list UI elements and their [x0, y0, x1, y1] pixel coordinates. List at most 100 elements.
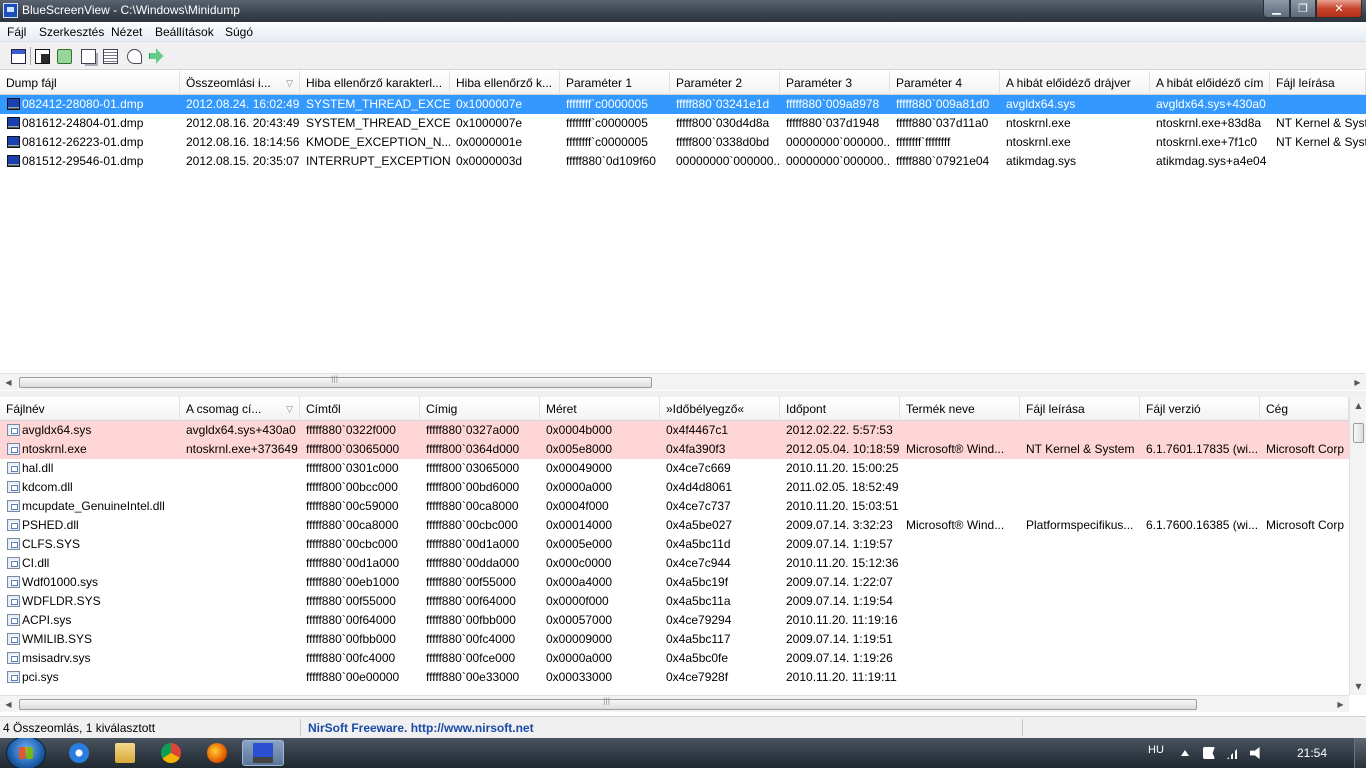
driver-row[interactable]: CLFS.SYS fffff880`00cbc000 fffff880`00d1a0…	[0, 535, 1349, 554]
cell-address-in-stack: ntoskrnl.exe+373649	[186, 442, 298, 456]
column-header-to-address[interactable]: Címig	[420, 397, 540, 421]
show-desktop-button[interactable]	[1354, 738, 1366, 768]
menu-help[interactable]: Súgó	[225, 25, 253, 39]
driver-row[interactable]: WMILIB.SYS fffff880`00fbb000 fffff880`00fc…	[0, 630, 1349, 649]
menu-options[interactable]: Beállítások	[155, 25, 214, 39]
taskbar-chrome[interactable]	[150, 740, 192, 766]
column-header-parameter-4[interactable]: Paraméter 4	[890, 71, 1000, 95]
taskbar-clock[interactable]: 21:54	[1297, 746, 1327, 760]
driver-row[interactable]: PSHED.dll fffff880`00ca8000 fffff880`00cbc…	[0, 516, 1349, 535]
cell-product-name	[900, 535, 1020, 554]
column-header-filename[interactable]: Fájlnév	[0, 397, 180, 421]
column-header-caused-by-driver[interactable]: A hibát előidéző drájver	[1000, 71, 1150, 95]
crash-row[interactable]: 081512-29546-01.dmp 2012.08.15. 20:35:07 I…	[0, 152, 1366, 171]
crash-count-status: 4 Összeomlás, 1 kiválasztott	[3, 721, 156, 735]
cell-parameter-3: 00000000`000000...	[786, 154, 890, 168]
taskbar-bluescreenview[interactable]	[242, 740, 284, 766]
column-header-bug-check-code[interactable]: Hiba ellenőrző k...	[450, 71, 560, 95]
column-header-parameter-2[interactable]: Paraméter 2	[670, 71, 780, 95]
start-button[interactable]	[6, 738, 46, 768]
crash-row[interactable]: 081612-24804-01.dmp 2012.08.16. 20:43:49 S…	[0, 114, 1366, 133]
cell-address-in-stack	[180, 459, 300, 478]
driver-list-vertical-scrollbar[interactable]: ▲ ▼	[1349, 397, 1366, 695]
scroll-right-icon[interactable]: ▶	[1349, 374, 1366, 391]
scroll-left-icon[interactable]: ◀	[0, 374, 17, 391]
column-header-parameter-3[interactable]: Paraméter 3	[780, 71, 890, 95]
column-header-crash-time[interactable]: Összeomlási i... ▽	[180, 71, 300, 95]
taskbar-explorer[interactable]	[104, 740, 146, 766]
driver-row[interactable]: msisadrv.sys fffff880`00fc4000 fffff880`00…	[0, 649, 1349, 668]
cell-timestamp: 0x4f4467c1	[666, 423, 729, 437]
cell-address-in-stack	[180, 516, 300, 535]
menu-bar: Fájl Szerkesztés Nézet Beállítások Súgó	[0, 22, 1366, 42]
crash-list-horizontal-scrollbar[interactable]: ◀ ||| ▶	[0, 373, 1366, 390]
cell-from-address: fffff800`03065000	[306, 442, 400, 456]
scroll-up-icon[interactable]: ▲	[1350, 397, 1366, 414]
copy-button[interactable]	[78, 46, 98, 66]
driver-row[interactable]: Wdf01000.sys fffff880`00eb1000 fffff880`00…	[0, 573, 1349, 592]
column-header-label: A csomag cí...	[186, 402, 262, 416]
cell-product-name	[900, 421, 1020, 440]
exit-button[interactable]	[146, 46, 166, 66]
network-icon[interactable]	[1227, 747, 1239, 759]
driver-row[interactable]: CI.dll fffff880`00d1a000 fffff880`00dda000…	[0, 554, 1349, 573]
column-header-from-address[interactable]: Címtől	[300, 397, 420, 421]
language-indicator[interactable]: HU	[1148, 744, 1164, 756]
taskbar-internet-explorer[interactable]	[58, 740, 100, 766]
crash-row[interactable]: 081612-26223-01.dmp 2012.08.16. 18:14:56 K…	[0, 133, 1366, 152]
driver-row[interactable]: WDFLDR.SYS fffff880`00f55000 fffff880`00f6…	[0, 592, 1349, 611]
scroll-left-icon[interactable]: ◀	[0, 696, 17, 712]
column-header-size[interactable]: Méret	[540, 397, 660, 421]
cell-to-address: fffff880`00ca8000	[426, 499, 519, 513]
driver-list-horizontal-scrollbar[interactable]: ◀ ||| ▶	[0, 695, 1349, 712]
column-header-file-description[interactable]: Fájl leírása	[1270, 71, 1366, 95]
crash-row[interactable]: 082412-28080-01.dmp 2012.08.24. 16:02:49 S…	[0, 95, 1366, 114]
menu-view[interactable]: Nézet	[111, 25, 142, 39]
bluescreenview-app-icon[interactable]	[3, 3, 18, 18]
show-hidden-icons-icon[interactable]	[1181, 750, 1189, 756]
open-window-button[interactable]	[8, 46, 28, 66]
title-bar[interactable]: BlueScreenView - C:\Windows\Minidump ▁ ❐…	[0, 0, 1366, 22]
action-center-flag-icon[interactable]	[1203, 747, 1215, 759]
driver-row[interactable]: pci.sys fffff880`00e00000 fffff880`00e3300…	[0, 668, 1349, 687]
cell-from-address: fffff880`00cbc000	[306, 537, 398, 551]
cell-file-description	[1020, 478, 1140, 497]
column-header-bug-check-string[interactable]: Hiba ellenőrző karakterl...	[300, 71, 450, 95]
driver-row[interactable]: kdcom.dll fffff800`00bcc000 fffff800`00bd6…	[0, 478, 1349, 497]
cell-time-string: 2009.07.14. 1:22:07	[786, 575, 893, 589]
column-header-company[interactable]: Cég	[1260, 397, 1349, 421]
find-button[interactable]	[124, 46, 144, 66]
driver-row[interactable]: mcupdate_GenuineIntel.dll fffff880`00c590…	[0, 497, 1349, 516]
column-header-file-description[interactable]: Fájl leírása	[1020, 397, 1140, 421]
refresh-button[interactable]	[54, 46, 74, 66]
driver-row[interactable]: ntoskrnl.exe ntoskrnl.exe+373649 fffff800`…	[0, 440, 1349, 459]
scroll-down-icon[interactable]: ▼	[1350, 678, 1366, 695]
taskbar-firefox[interactable]	[196, 740, 238, 766]
close-button[interactable]: ✕	[1316, 0, 1362, 18]
menu-file[interactable]: Fájl	[7, 25, 26, 39]
menu-edit[interactable]: Szerkesztés	[39, 25, 104, 39]
column-header-dump-file[interactable]: Dump fájl	[0, 71, 180, 95]
column-header-timestamp[interactable]: »Időbélyegző«	[660, 397, 780, 421]
save-button[interactable]	[32, 46, 52, 66]
cell-crash-time: 2012.08.16. 18:14:56	[186, 135, 300, 149]
volume-icon[interactable]	[1250, 747, 1260, 759]
driver-row[interactable]: avgldx64.sys avgldx64.sys+430a0 fffff880`0…	[0, 421, 1349, 440]
properties-button[interactable]	[100, 46, 120, 66]
cell-parameter-3: fffff880`009a8978	[786, 97, 880, 111]
column-header-time-string[interactable]: Időpont	[780, 397, 900, 421]
nirsoft-link[interactable]: NirSoft Freeware. http://www.nirsoft.net	[308, 721, 534, 735]
driver-row[interactable]: hal.dll fffff800`0301c000 fffff800`0306500…	[0, 459, 1349, 478]
column-header-parameter-1[interactable]: Paraméter 1	[560, 71, 670, 95]
scrollbar-thumb[interactable]	[1353, 423, 1364, 443]
column-header-product-name[interactable]: Termék neve	[900, 397, 1020, 421]
scroll-right-icon[interactable]: ▶	[1332, 696, 1349, 712]
cell-product-name: Microsoft® Wind...	[906, 518, 1005, 532]
cell-address-in-stack	[180, 573, 300, 592]
maximize-button[interactable]: ❐	[1290, 0, 1316, 18]
column-header-file-version[interactable]: Fájl verzió	[1140, 397, 1260, 421]
column-header-caused-by-address[interactable]: A hibát előidéző cím	[1150, 71, 1270, 95]
column-header-address-in-stack[interactable]: A csomag cí... ▽	[180, 397, 300, 421]
driver-row[interactable]: ACPI.sys fffff880`00f64000 fffff880`00fbb0…	[0, 611, 1349, 630]
minimize-button[interactable]: ▁	[1263, 0, 1290, 18]
